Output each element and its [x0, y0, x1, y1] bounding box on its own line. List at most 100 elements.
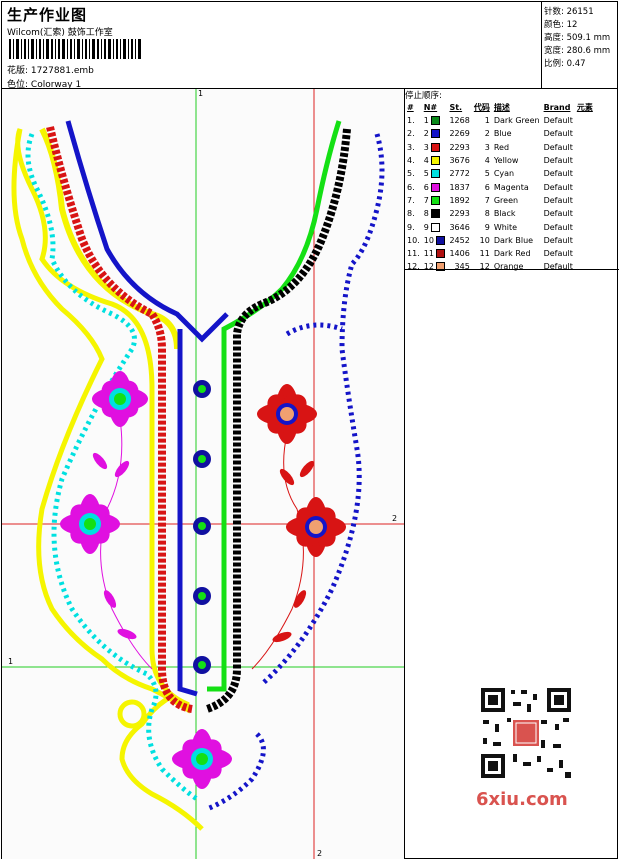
row-index: 2.	[407, 129, 415, 139]
row-code: 9	[484, 222, 490, 232]
color-row: 10.10 102452 10Dark Blue Default	[405, 234, 595, 247]
color-row: 3. 3 32293 3Red Default	[405, 141, 595, 154]
row-index: 4.	[407, 156, 415, 166]
color-swatch	[436, 262, 446, 272]
row-desc: Orange	[493, 262, 524, 272]
row-code: 8	[484, 209, 490, 219]
row-brand: Default	[543, 222, 573, 232]
row-index: 11.	[407, 249, 420, 259]
row-element	[575, 194, 595, 207]
row-brand: Default	[543, 235, 573, 245]
row-stitches: 2452	[449, 235, 470, 245]
flower-bottom	[172, 729, 232, 789]
color-swatch	[436, 235, 446, 245]
row-n: 3 3	[422, 141, 448, 154]
color-swatch	[431, 209, 441, 219]
row-stitches: 2269	[449, 129, 470, 139]
row-n: 12 12	[422, 260, 448, 273]
flower-left-mid	[60, 494, 120, 554]
row-brand: Default	[543, 195, 573, 205]
row-element	[575, 167, 595, 180]
row-desc: Blue	[493, 129, 512, 139]
color-row: 9. 9 93646 9White Default	[405, 220, 595, 233]
row-stitches: 1892	[449, 195, 470, 205]
color-row: 6. 6 61837 6Magenta Default	[405, 180, 595, 193]
row-element	[575, 220, 595, 233]
row-code: 12	[479, 262, 490, 272]
row-index: 1.	[407, 116, 415, 126]
color-swatch	[431, 195, 441, 205]
row-index: 7.	[407, 195, 415, 205]
stat-colors: 颜色: 12	[544, 20, 578, 30]
col-brand: Brand	[543, 103, 571, 112]
design-canvas	[2, 89, 404, 859]
col-code: 代码	[473, 103, 490, 112]
color-row: 12.12 12 345 12Orange Default	[405, 260, 595, 273]
color-row: 4. 4 43676 4Yellow Default	[405, 154, 595, 167]
row-brand: Default	[543, 169, 573, 179]
row-code: 1	[484, 116, 490, 126]
row-desc: Magenta	[493, 182, 529, 192]
row-index: 10.	[407, 235, 420, 245]
row-desc: Green	[493, 195, 519, 205]
row-code: 11	[479, 249, 490, 259]
flower-left-top	[92, 371, 148, 427]
row-desc: Black	[493, 209, 516, 219]
color-row: 8. 8 82293 8Black Default	[405, 207, 595, 220]
row-element	[575, 141, 595, 154]
row-code: 10	[479, 235, 490, 245]
row-index: 5.	[407, 169, 415, 179]
row-n: 5 5	[422, 167, 448, 180]
row-brand: Default	[543, 209, 573, 219]
row-element	[575, 207, 595, 220]
row-desc: Yellow	[493, 156, 519, 166]
row-brand: Default	[543, 156, 573, 166]
row-stitches: 2772	[449, 169, 470, 179]
row-n: 11 11	[422, 247, 448, 260]
axis-label-v2: 2	[317, 849, 323, 858]
row-desc: Dark Blue	[493, 235, 534, 245]
row-element	[575, 260, 595, 273]
row-element	[575, 234, 595, 247]
color-row: 1. 1 11268 1Dark GreenDefault	[405, 114, 595, 127]
page-title: 生产作业图	[7, 6, 88, 24]
color-swatch	[431, 169, 441, 179]
row-n: 8 8	[422, 207, 448, 220]
row-stitches: 3646	[449, 222, 470, 232]
pattern-file: 花版: 1727881.emb	[7, 66, 94, 76]
embroidery-design: 1 2 1 2	[2, 89, 404, 859]
row-element	[575, 127, 595, 140]
qr-code	[477, 684, 575, 782]
row-code: 3	[484, 142, 490, 152]
row-element	[575, 180, 595, 193]
axis-label-h1: 1	[8, 657, 14, 666]
row-code: 7	[484, 195, 490, 205]
row-index: 8.	[407, 209, 415, 219]
row-desc: Dark Red	[493, 249, 531, 259]
col-st: St.	[449, 103, 463, 112]
row-n: 10 10	[422, 234, 448, 247]
row-index: 9.	[407, 222, 415, 232]
row-stitches: 2293	[449, 142, 470, 152]
row-stitches: 345	[454, 262, 470, 272]
barcode	[9, 39, 141, 59]
color-swatch	[431, 142, 441, 152]
row-code: 6	[484, 182, 490, 192]
color-row: 7. 7 71892 7Green Default	[405, 194, 595, 207]
row-code: 5	[484, 169, 490, 179]
col-n: N#	[423, 103, 438, 112]
header-info: 生产作业图 Wilcom(汇索) 鼓饰工作室 花版: 1727881.emb 色…	[3, 3, 541, 90]
stop-sequence-title: 停止顺序:	[405, 91, 442, 101]
stats-box: 针数: 26151 颜色: 12 高度: 509.1 mm 宽度: 280.6 …	[541, 1, 619, 88]
axis-label-h2: 2	[392, 514, 398, 523]
color-row: 5. 5 52772 5Cyan Default	[405, 167, 595, 180]
color-row: 11.11 111406 11Dark Red Default	[405, 247, 595, 260]
row-desc: Dark Green	[493, 116, 540, 126]
row-desc: White	[493, 222, 518, 232]
color-swatch	[436, 249, 446, 259]
row-desc: Red	[493, 142, 510, 152]
stat-stitches: 针数: 26151	[544, 7, 594, 17]
row-brand: Default	[543, 116, 573, 126]
row-code: 4	[484, 156, 490, 166]
row-brand: Default	[543, 129, 573, 139]
